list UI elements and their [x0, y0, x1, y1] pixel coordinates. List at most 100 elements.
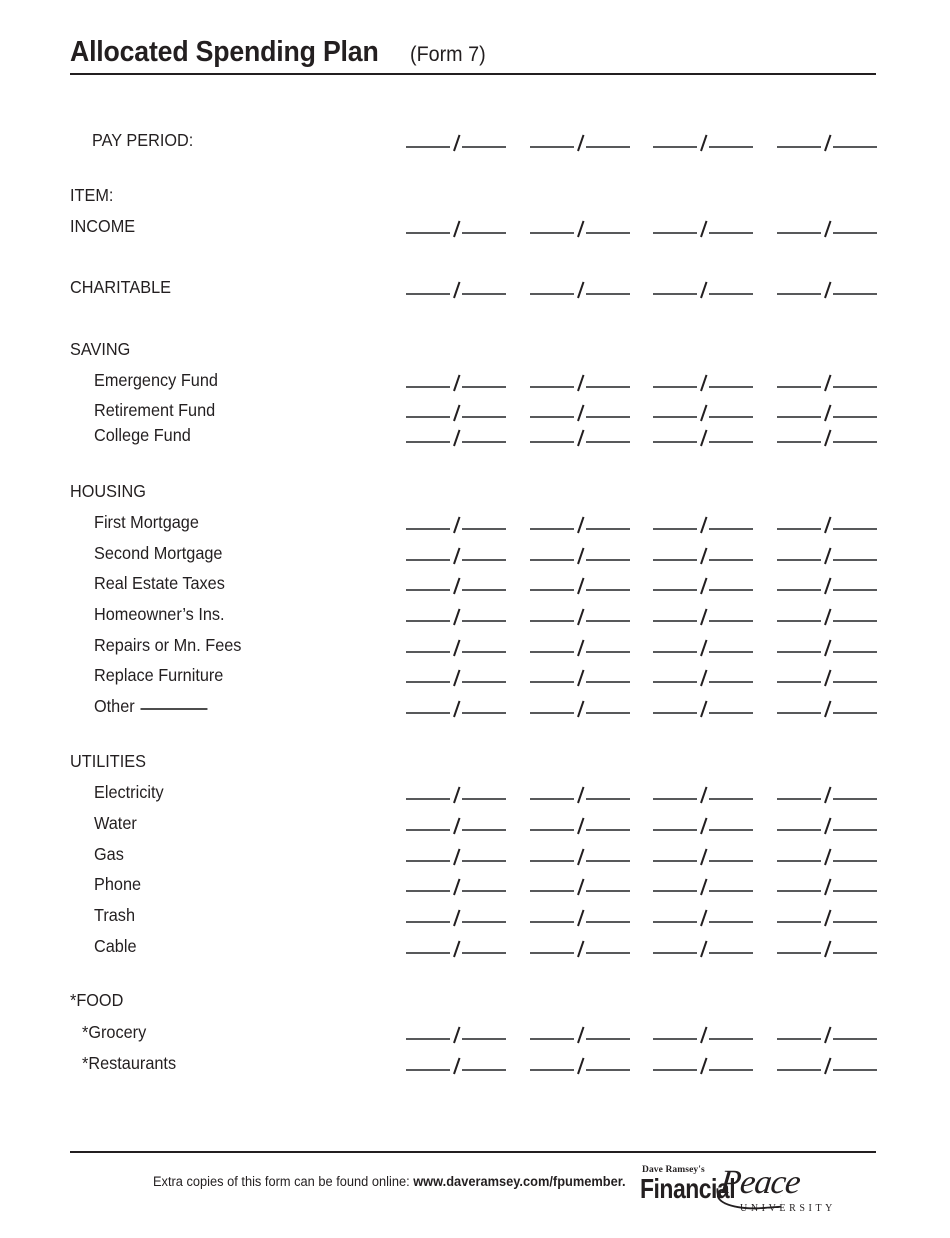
entry-cell-other-col4[interactable]	[777, 694, 877, 718]
entry-cell-pay-period-col4[interactable]	[777, 128, 877, 152]
remaining-blank[interactable]	[709, 232, 753, 234]
budgeted-blank[interactable]	[653, 860, 697, 862]
budgeted-blank[interactable]	[530, 232, 574, 234]
budgeted-blank[interactable]	[777, 890, 821, 892]
entry-cell-grocery-col3[interactable]	[653, 1020, 753, 1044]
remaining-blank[interactable]	[833, 651, 877, 653]
entry-cell-phone-col2[interactable]	[530, 872, 630, 896]
remaining-blank[interactable]	[833, 681, 877, 683]
remaining-blank[interactable]	[709, 921, 753, 923]
budgeted-blank[interactable]	[530, 860, 574, 862]
remaining-blank[interactable]	[462, 681, 506, 683]
entry-cell-homeowners-ins-col1[interactable]	[406, 602, 506, 626]
entry-cell-restaurants-col3[interactable]	[653, 1051, 753, 1075]
remaining-blank[interactable]	[586, 952, 630, 954]
entry-cell-replace-furniture-col1[interactable]	[406, 663, 506, 687]
budgeted-blank[interactable]	[777, 146, 821, 148]
entry-cell-pay-period-col3[interactable]	[653, 128, 753, 152]
budgeted-blank[interactable]	[653, 146, 697, 148]
remaining-blank[interactable]	[462, 860, 506, 862]
budgeted-blank[interactable]	[530, 441, 574, 443]
remaining-blank[interactable]	[709, 860, 753, 862]
entry-cell-repairs-mn-fees-col4[interactable]	[777, 633, 877, 657]
entry-cell-grocery-col4[interactable]	[777, 1020, 877, 1044]
budgeted-blank[interactable]	[406, 232, 450, 234]
entry-cell-real-estate-taxes-col1[interactable]	[406, 571, 506, 595]
budgeted-blank[interactable]	[406, 441, 450, 443]
budgeted-blank[interactable]	[777, 829, 821, 831]
entry-cell-first-mortgage-col3[interactable]	[653, 510, 753, 534]
entry-cell-charitable-col2[interactable]	[530, 275, 630, 299]
budgeted-blank[interactable]	[406, 921, 450, 923]
remaining-blank[interactable]	[586, 589, 630, 591]
budgeted-blank[interactable]	[530, 293, 574, 295]
remaining-blank[interactable]	[709, 1069, 753, 1071]
remaining-blank[interactable]	[586, 1038, 630, 1040]
budgeted-blank[interactable]	[653, 589, 697, 591]
budgeted-blank[interactable]	[777, 559, 821, 561]
budgeted-blank[interactable]	[406, 651, 450, 653]
remaining-blank[interactable]	[833, 1038, 877, 1040]
entry-cell-retirement-fund-col3[interactable]	[653, 398, 753, 422]
remaining-blank[interactable]	[833, 620, 877, 622]
remaining-blank[interactable]	[833, 798, 877, 800]
footer-note-url[interactable]: www.daveramsey.com/fpumember.	[413, 1174, 625, 1189]
remaining-blank[interactable]	[833, 293, 877, 295]
entry-cell-replace-furniture-col4[interactable]	[777, 663, 877, 687]
budgeted-blank[interactable]	[777, 620, 821, 622]
remaining-blank[interactable]	[462, 146, 506, 148]
entry-cell-college-fund-col3[interactable]	[653, 423, 753, 447]
remaining-blank[interactable]	[709, 952, 753, 954]
remaining-blank[interactable]	[833, 921, 877, 923]
entry-cell-income-col4[interactable]	[777, 214, 877, 238]
entry-cell-other-col1[interactable]	[406, 694, 506, 718]
budgeted-blank[interactable]	[530, 146, 574, 148]
remaining-blank[interactable]	[833, 860, 877, 862]
budgeted-blank[interactable]	[653, 712, 697, 714]
entry-cell-replace-furniture-col3[interactable]	[653, 663, 753, 687]
entry-cell-electricity-col3[interactable]	[653, 780, 753, 804]
remaining-blank[interactable]	[462, 441, 506, 443]
budgeted-blank[interactable]	[653, 559, 697, 561]
entry-cell-gas-col4[interactable]	[777, 842, 877, 866]
remaining-blank[interactable]	[709, 441, 753, 443]
entry-cell-charitable-col4[interactable]	[777, 275, 877, 299]
budgeted-blank[interactable]	[653, 293, 697, 295]
entry-cell-other-col3[interactable]	[653, 694, 753, 718]
remaining-blank[interactable]	[462, 1038, 506, 1040]
entry-cell-water-col2[interactable]	[530, 811, 630, 835]
budgeted-blank[interactable]	[777, 860, 821, 862]
budgeted-blank[interactable]	[777, 651, 821, 653]
remaining-blank[interactable]	[709, 890, 753, 892]
entry-cell-pay-period-col1[interactable]	[406, 128, 506, 152]
remaining-blank[interactable]	[833, 386, 877, 388]
entry-cell-grocery-col2[interactable]	[530, 1020, 630, 1044]
budgeted-blank[interactable]	[406, 681, 450, 683]
entry-cell-emergency-fund-col1[interactable]	[406, 368, 506, 392]
budgeted-blank[interactable]	[406, 1069, 450, 1071]
remaining-blank[interactable]	[462, 921, 506, 923]
budgeted-blank[interactable]	[653, 829, 697, 831]
entry-cell-trash-col1[interactable]	[406, 903, 506, 927]
entry-cell-water-col4[interactable]	[777, 811, 877, 835]
entry-cell-charitable-col3[interactable]	[653, 275, 753, 299]
budgeted-blank[interactable]	[406, 146, 450, 148]
remaining-blank[interactable]	[833, 146, 877, 148]
entry-cell-income-col2[interactable]	[530, 214, 630, 238]
entry-cell-income-col3[interactable]	[653, 214, 753, 238]
entry-cell-cable-col1[interactable]	[406, 934, 506, 958]
budgeted-blank[interactable]	[653, 441, 697, 443]
entry-cell-second-mortgage-col3[interactable]	[653, 541, 753, 565]
budgeted-blank[interactable]	[653, 952, 697, 954]
remaining-blank[interactable]	[586, 860, 630, 862]
entry-cell-trash-col4[interactable]	[777, 903, 877, 927]
budgeted-blank[interactable]	[406, 712, 450, 714]
budgeted-blank[interactable]	[530, 798, 574, 800]
entry-cell-first-mortgage-col4[interactable]	[777, 510, 877, 534]
remaining-blank[interactable]	[709, 146, 753, 148]
remaining-blank[interactable]	[462, 589, 506, 591]
remaining-blank[interactable]	[462, 620, 506, 622]
entry-cell-cable-col3[interactable]	[653, 934, 753, 958]
entry-cell-other-col2[interactable]	[530, 694, 630, 718]
remaining-blank[interactable]	[833, 1069, 877, 1071]
